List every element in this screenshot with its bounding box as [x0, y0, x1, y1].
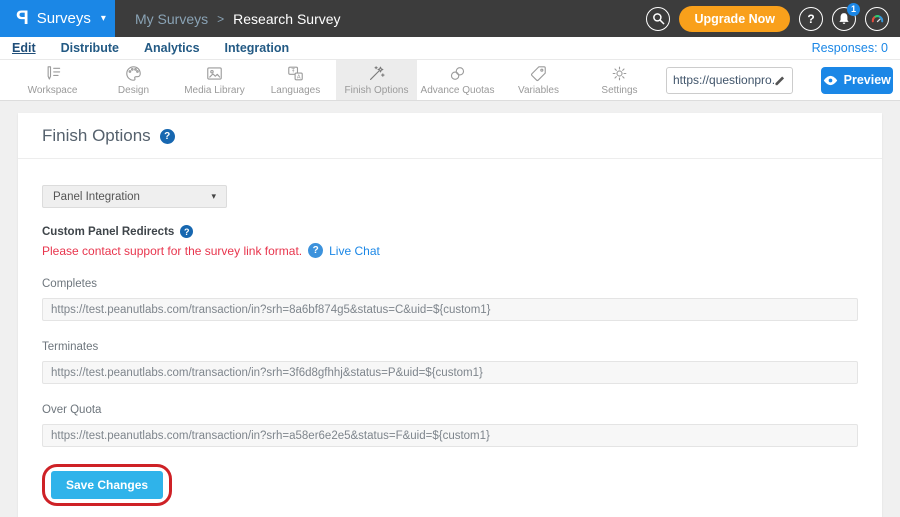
toolbar-tab-label: Settings — [601, 85, 637, 96]
notifications-button[interactable]: 1 — [832, 7, 856, 31]
settings-icon — [610, 64, 629, 83]
advance-quotas-icon — [448, 64, 467, 83]
breadcrumb-my-surveys[interactable]: My Surveys — [135, 11, 208, 27]
variables-icon — [529, 64, 548, 83]
toolbar-tab-label: Design — [118, 85, 149, 96]
question-mark-icon: ? — [164, 131, 170, 142]
edit-toolbar: Workspace Design Media Library Ŧ A Langu… — [0, 60, 900, 101]
redirect-field-terminates: Terminates — [42, 341, 858, 384]
survey-mode-nav: Edit Distribute Analytics Integration Re… — [0, 37, 900, 60]
toolbar-tab-media-library[interactable]: Media Library — [174, 60, 255, 100]
design-icon — [124, 64, 143, 83]
edit-pencil-icon[interactable] — [774, 74, 786, 87]
responses-count[interactable]: Responses: 0 — [812, 41, 888, 55]
live-chat-icon[interactable]: ? — [308, 243, 323, 258]
eye-icon — [823, 75, 838, 86]
card-header: Finish Options ? — [18, 113, 882, 159]
media-library-icon — [205, 64, 224, 83]
question-mark-icon: ? — [313, 245, 319, 256]
completes-url-input[interactable] — [42, 298, 858, 321]
search-button[interactable] — [646, 7, 670, 31]
product-name: Surveys — [37, 10, 91, 27]
help-icon[interactable]: ? — [160, 129, 175, 144]
chevron-down-icon: ▾ — [211, 191, 216, 202]
breadcrumb-separator-icon: > — [217, 12, 224, 26]
toolbar-tab-workspace[interactable]: Workspace — [12, 60, 93, 100]
languages-icon: Ŧ A — [286, 64, 305, 83]
survey-url-input[interactable] — [673, 73, 774, 87]
nav-tab-distribute[interactable]: Distribute — [61, 41, 119, 55]
card-body: Panel Integration ▾ Custom Panel Redirec… — [18, 185, 882, 506]
save-row: Save Changes — [42, 464, 858, 506]
help-icon[interactable]: ? — [180, 225, 193, 238]
topbar-actions: Upgrade Now ? 1 — [646, 6, 900, 32]
nav-tab-integration[interactable]: Integration — [225, 41, 290, 55]
support-notice-row: Please contact support for the survey li… — [42, 243, 858, 258]
preview-button[interactable]: Preview — [821, 67, 893, 94]
page-content: Finish Options ? Panel Integration ▾ Cus… — [0, 101, 900, 517]
field-label-completes: Completes — [42, 278, 858, 290]
finish-option-type-dropdown[interactable]: Panel Integration ▾ — [42, 185, 227, 208]
page-title: Finish Options — [42, 126, 151, 146]
breadcrumb: My Surveys > Research Survey — [135, 11, 341, 27]
question-mark-icon: ? — [184, 227, 190, 237]
field-label-over-quota: Over Quota — [42, 404, 858, 416]
live-chat-link[interactable]: Live Chat — [329, 244, 380, 258]
dropdown-selected-value: Panel Integration — [53, 191, 140, 203]
toolbar-tab-label: Advance Quotas — [421, 85, 495, 96]
redirect-field-over-quota: Over Quota — [42, 404, 858, 447]
search-icon — [652, 12, 665, 25]
help-button[interactable]: ? — [799, 7, 823, 31]
preview-label: Preview — [844, 73, 891, 87]
redirect-field-completes: Completes — [42, 278, 858, 321]
finish-options-icon — [367, 64, 386, 83]
toolbar-tab-advance-quotas[interactable]: Advance Quotas — [417, 60, 498, 100]
toolbar-tab-label: Languages — [271, 85, 321, 96]
toolbar-tab-label: Variables — [518, 85, 559, 96]
toolbar-tab-languages[interactable]: Ŧ A Languages — [255, 60, 336, 100]
svg-text:A: A — [297, 74, 301, 80]
gauge-icon — [870, 11, 885, 26]
field-label-terminates: Terminates — [42, 341, 858, 353]
upgrade-now-button[interactable]: Upgrade Now — [679, 6, 790, 32]
top-navigation-bar: P Surveys ▾ My Surveys > Research Survey… — [0, 0, 900, 37]
breadcrumb-current-survey: Research Survey — [233, 11, 340, 27]
workspace-icon — [43, 64, 62, 83]
notification-badge: 1 — [847, 3, 860, 16]
support-notice-text: Please contact support for the survey li… — [42, 244, 302, 258]
section-heading-row: Custom Panel Redirects ? — [42, 225, 858, 238]
finish-options-card: Finish Options ? Panel Integration ▾ Cus… — [18, 113, 882, 517]
nav-tab-analytics[interactable]: Analytics — [144, 41, 200, 55]
profile-gauge-button[interactable] — [865, 7, 889, 31]
terminates-url-input[interactable] — [42, 361, 858, 384]
chevron-down-icon: ▾ — [101, 13, 106, 24]
section-heading: Custom Panel Redirects — [42, 226, 174, 238]
question-mark-icon: ? — [807, 12, 814, 26]
questionpro-logo: P — [16, 9, 29, 28]
toolbar-tab-finish-options[interactable]: Finish Options — [336, 60, 417, 100]
toolbar-tab-design[interactable]: Design — [93, 60, 174, 100]
product-switcher[interactable]: P Surveys ▾ — [0, 0, 115, 37]
survey-url-field — [666, 67, 793, 94]
highlight-annotation: Save Changes — [42, 464, 172, 506]
toolbar-tab-label: Finish Options — [345, 85, 409, 96]
nav-tab-edit[interactable]: Edit — [12, 41, 36, 55]
toolbar-tab-variables[interactable]: Variables — [498, 60, 579, 100]
toolbar-tab-label: Media Library — [184, 85, 245, 96]
toolbar-tab-settings[interactable]: Settings — [579, 60, 660, 100]
save-changes-button[interactable]: Save Changes — [51, 471, 163, 499]
over-quota-url-input[interactable] — [42, 424, 858, 447]
toolbar-tab-label: Workspace — [28, 85, 78, 96]
